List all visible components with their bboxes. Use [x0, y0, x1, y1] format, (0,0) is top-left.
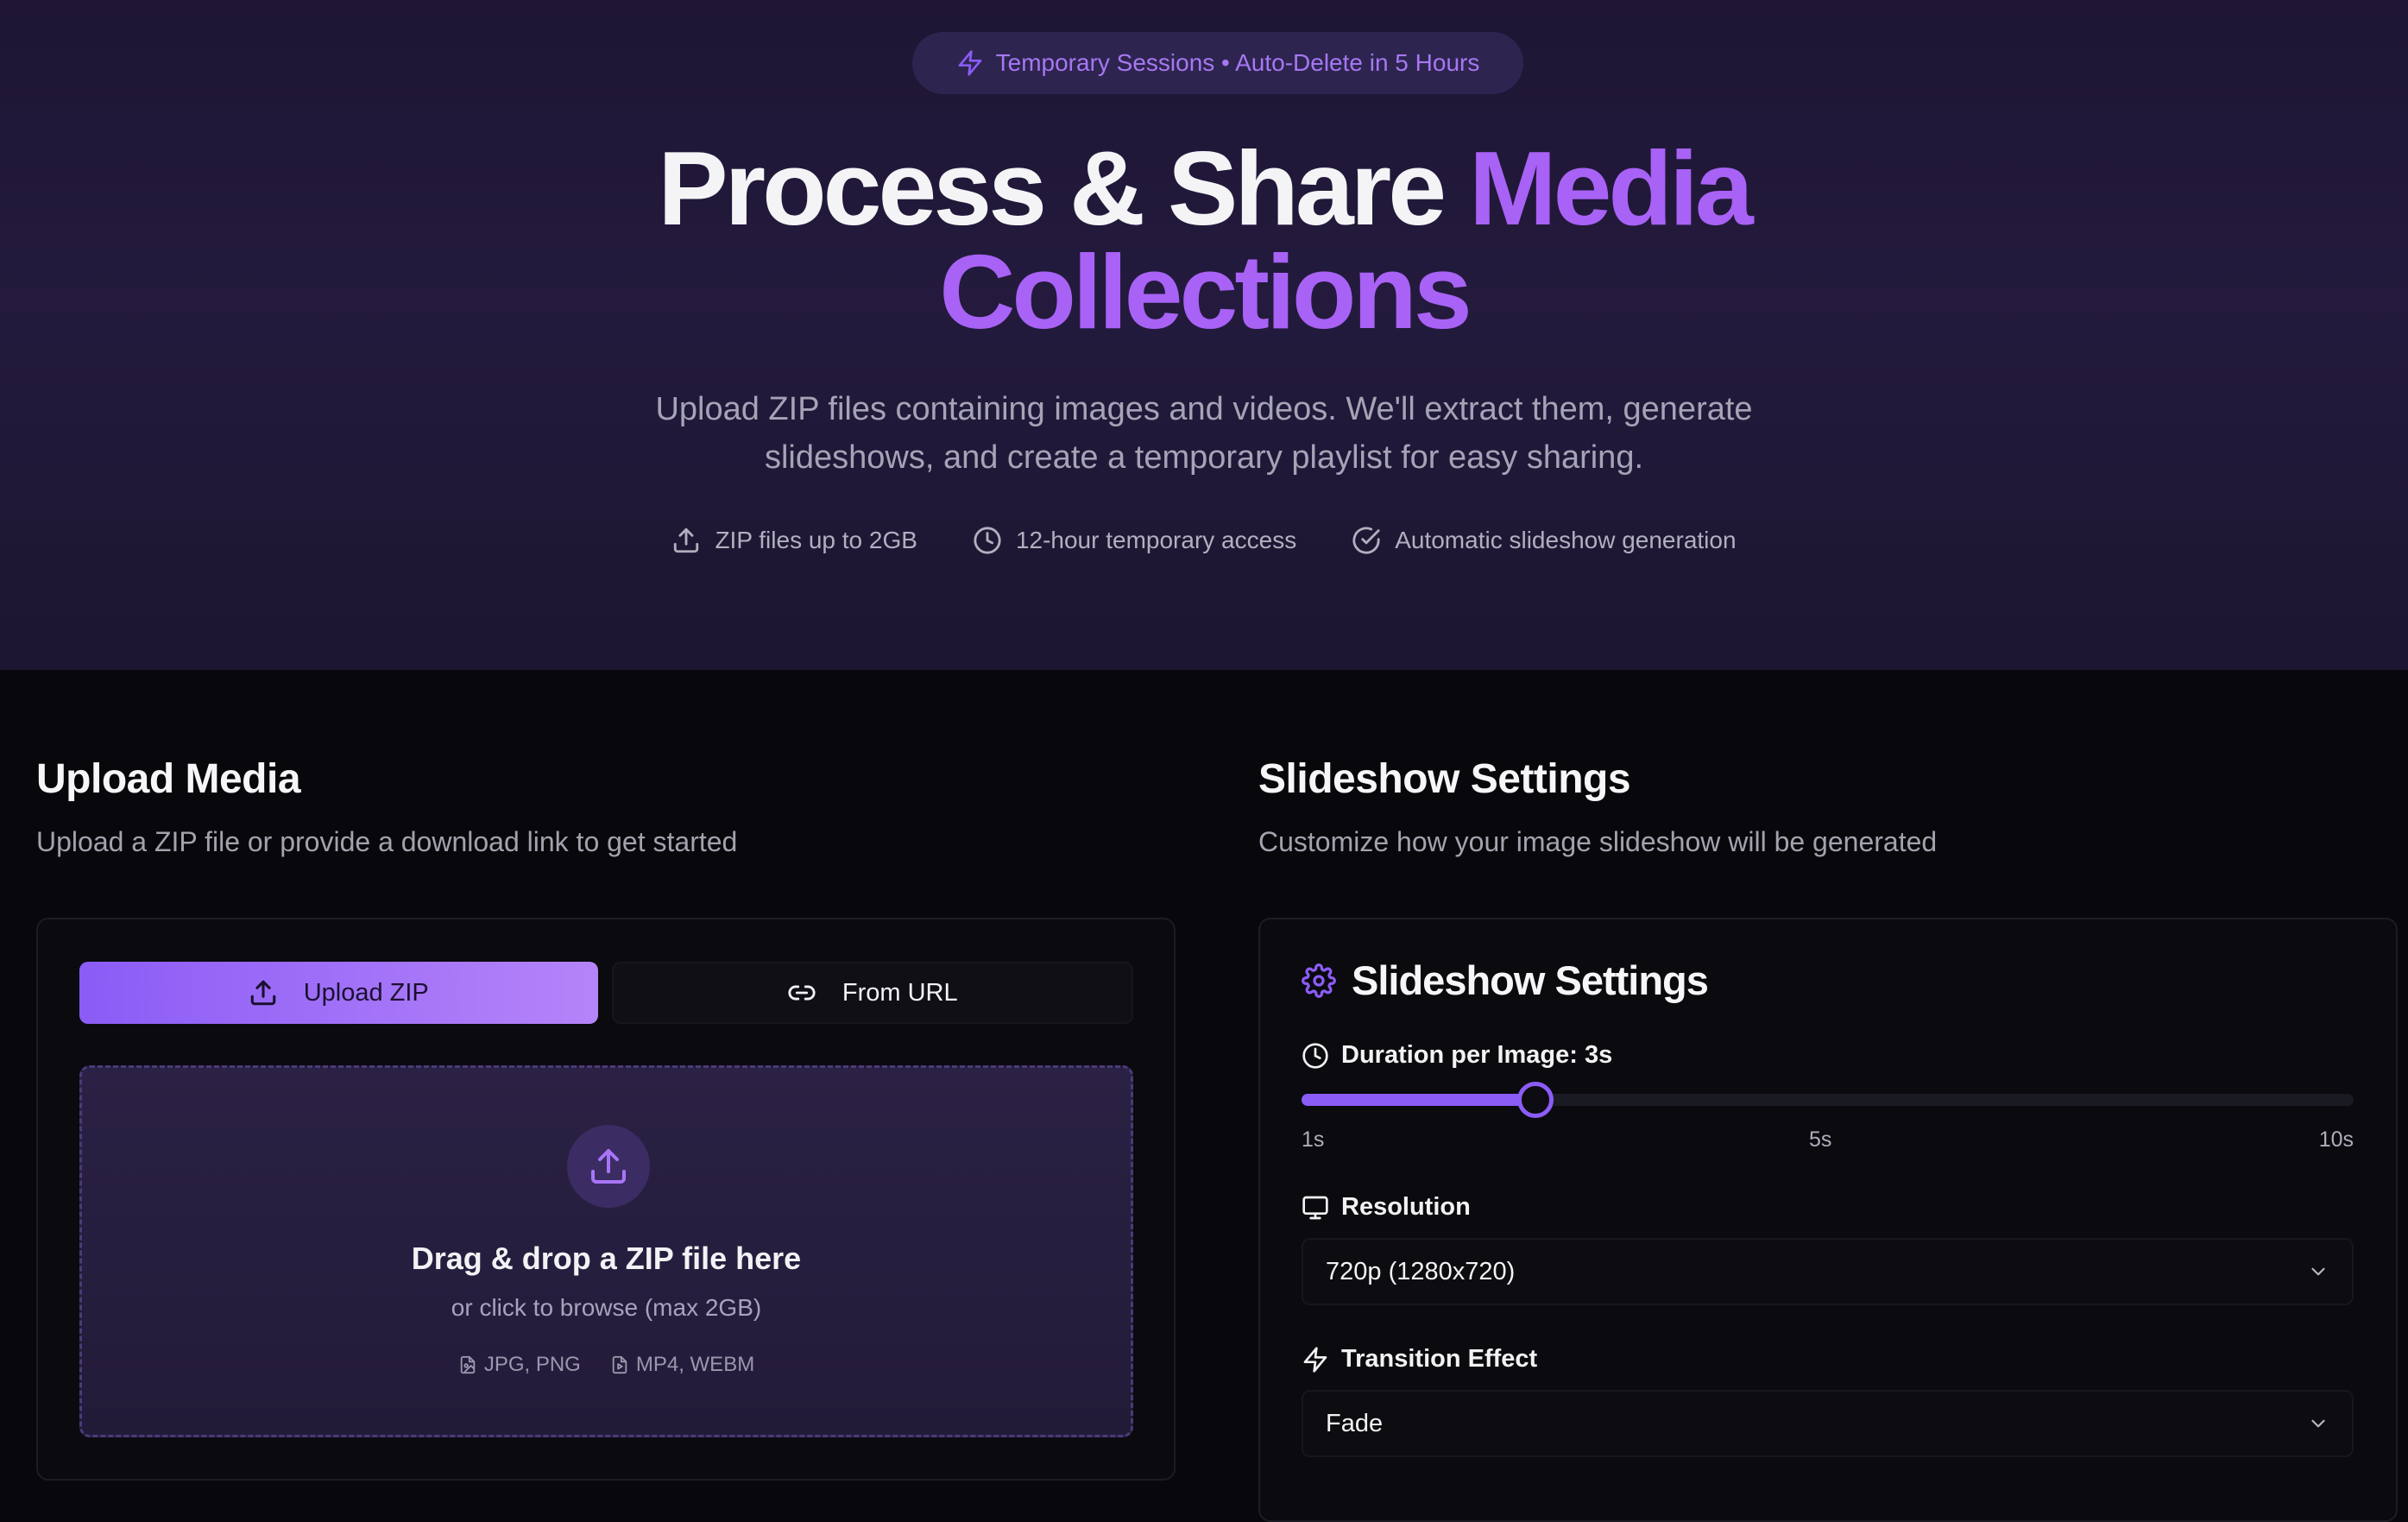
video-file-icon — [610, 1355, 629, 1374]
chevron-down-icon — [2307, 1260, 2329, 1283]
temporary-sessions-badge: Temporary Sessions • Auto-Delete in 5 Ho… — [912, 32, 1523, 94]
slider-fill — [1302, 1094, 1535, 1106]
page-title: Process & Share Media Collections — [0, 136, 2408, 344]
tick-min: 1s — [1302, 1127, 1325, 1152]
transition-label-row: Transition Effect — [1302, 1345, 1537, 1374]
hero-section: Temporary Sessions • Auto-Delete in 5 Ho… — [0, 0, 2408, 670]
settings-card-header: Slideshow Settings — [1302, 957, 1709, 1004]
resolution-value: 720p (1280x720) — [1326, 1257, 1516, 1285]
dropzone-icon-circle — [567, 1125, 650, 1208]
upload-icon — [671, 526, 701, 555]
duration-label: Duration per Image: 3s — [1341, 1041, 1613, 1069]
tab-upload-zip[interactable]: Upload ZIP — [79, 962, 598, 1024]
clock-icon — [1302, 1042, 1329, 1070]
link-icon — [787, 978, 816, 1007]
slider-thumb[interactable] — [1516, 1082, 1554, 1118]
format-label: MP4, WEBM — [635, 1353, 755, 1376]
settings-section-subtitle: Customize how your image slideshow will … — [1258, 826, 1938, 857]
feature-item: ZIP files up to 2GB — [671, 521, 917, 559]
settings-card-title: Slideshow Settings — [1352, 957, 1709, 1003]
title-white-part: Process & Share — [658, 129, 1469, 247]
title-purple-part-2: Collections — [939, 233, 1472, 351]
transition-label: Transition Effect — [1341, 1345, 1538, 1373]
badge-text: Temporary Sessions • Auto-Delete in 5 Ho… — [995, 49, 1480, 76]
tab-from-url[interactable]: From URL — [611, 962, 1133, 1024]
format-item: JPG, PNG — [458, 1353, 581, 1377]
tick-max: 10s — [2318, 1127, 2354, 1152]
feature-label: ZIP files up to 2GB — [715, 527, 917, 553]
upload-section-title: Upload Media — [36, 756, 301, 802]
tab-label: Upload ZIP — [303, 978, 429, 1007]
feature-label: 12-hour temporary access — [1015, 527, 1297, 553]
resolution-label-row: Resolution — [1302, 1193, 1471, 1222]
settings-section-title: Slideshow Settings — [1258, 756, 1631, 802]
feature-label: Automatic slideshow generation — [1395, 527, 1737, 553]
tab-label: From URL — [842, 978, 958, 1007]
supported-formats: JPG, PNG MP4, WEBM — [82, 1353, 1131, 1377]
hero-subtitle: Upload ZIP files containing images and v… — [655, 391, 1753, 476]
duration-label-row: Duration per Image: 3s — [1302, 1041, 1612, 1070]
feature-item: 12-hour temporary access — [973, 521, 1296, 559]
tick-mid: 5s — [1809, 1127, 1832, 1152]
feature-list: ZIP files up to 2GB 12-hour temporary ac… — [0, 521, 2408, 559]
gear-icon — [1302, 963, 1336, 998]
upload-section-subtitle: Upload a ZIP file or provide a download … — [36, 826, 738, 857]
format-label: JPG, PNG — [483, 1353, 581, 1376]
transition-value: Fade — [1326, 1409, 1384, 1437]
format-item: MP4, WEBM — [610, 1353, 754, 1377]
lightning-icon — [1302, 1346, 1329, 1374]
upload-tabs: Upload ZIP From URL — [79, 962, 1133, 1024]
upload-icon — [249, 978, 278, 1007]
dropzone-title: Drag & drop a ZIP file here — [411, 1241, 802, 1276]
chevron-down-icon — [2307, 1412, 2329, 1435]
check-circle-icon — [1352, 526, 1381, 555]
upload-icon — [588, 1146, 629, 1187]
duration-ticks: 1s 5s 10s — [1302, 1127, 2354, 1155]
resolution-select[interactable]: 720p (1280x720) — [1302, 1238, 2354, 1305]
title-purple-part-1: Media — [1468, 129, 1754, 247]
dropzone-subtitle: or click to browse (max 2GB) — [451, 1294, 762, 1321]
image-file-icon — [458, 1355, 477, 1374]
lightning-icon — [956, 49, 984, 77]
feature-item: Automatic slideshow generation — [1352, 521, 1737, 559]
clock-icon — [973, 526, 1002, 555]
zip-dropzone[interactable]: Drag & drop a ZIP file here or click to … — [79, 1065, 1133, 1437]
duration-slider[interactable] — [1302, 1082, 2354, 1118]
monitor-icon — [1302, 1194, 1329, 1222]
resolution-label: Resolution — [1341, 1193, 1471, 1221]
transition-select[interactable]: Fade — [1302, 1390, 2354, 1457]
